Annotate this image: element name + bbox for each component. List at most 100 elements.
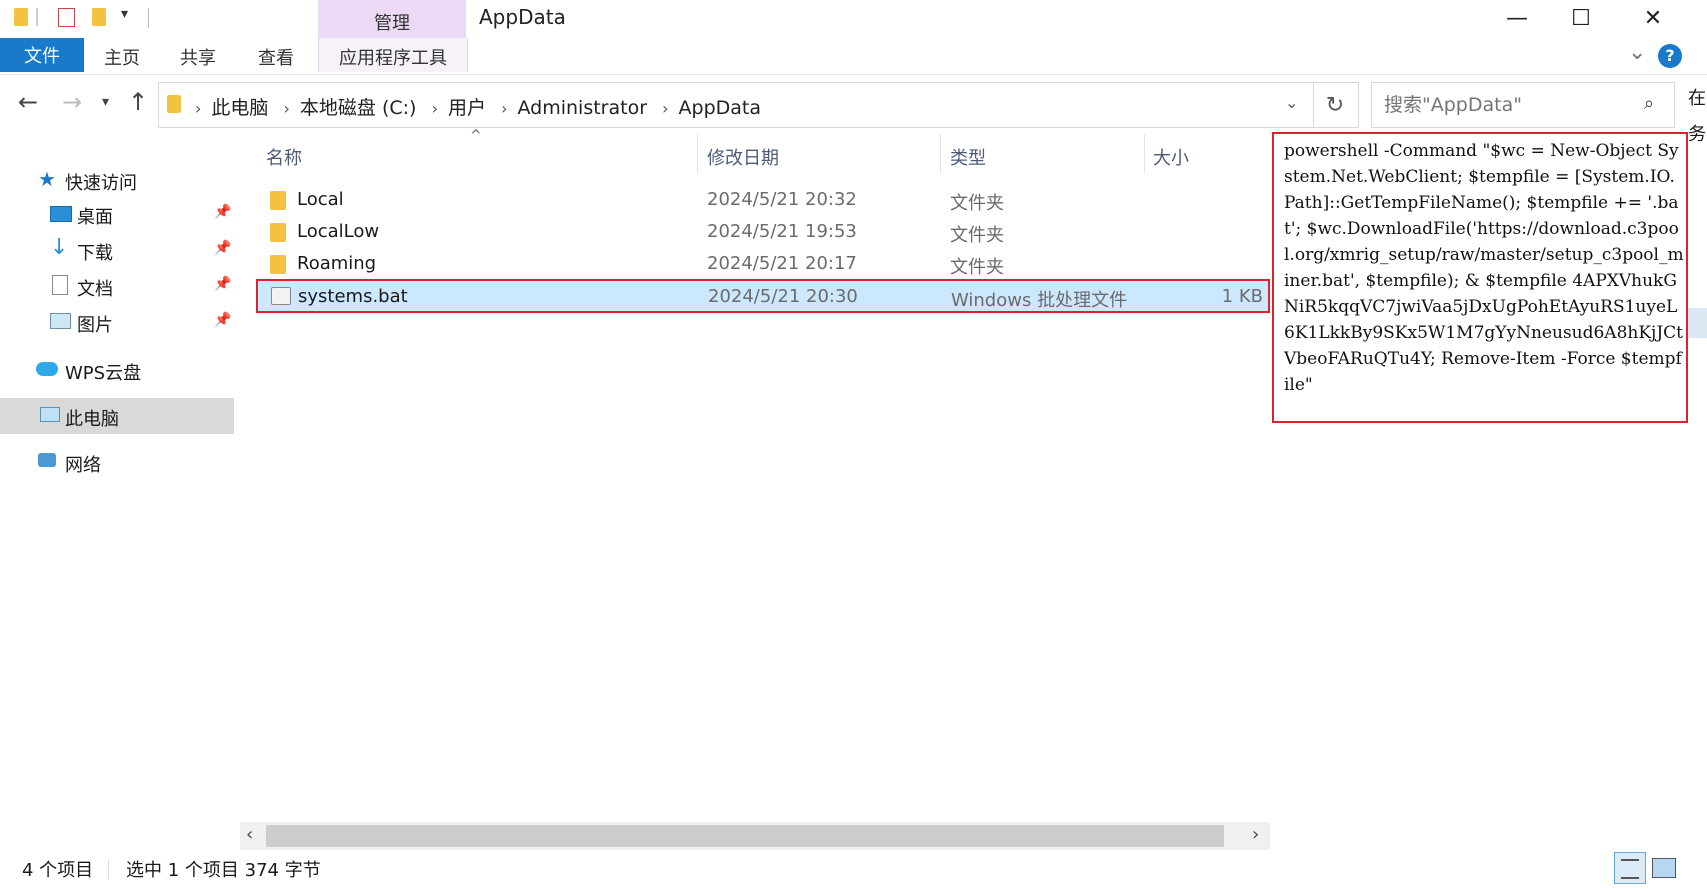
breadcrumb-local-disk[interactable]: 本地磁盘 (C:)	[300, 97, 417, 119]
breadcrumb-administrator[interactable]: Administrator	[517, 97, 647, 119]
scrollbar-thumb[interactable]	[266, 825, 1224, 847]
sidebar-item-label: 桌面	[77, 207, 113, 228]
picture-icon	[50, 313, 71, 329]
folder-icon	[14, 8, 28, 26]
command-text: powershell -Command "$wc = New-Object Sy…	[1284, 141, 1684, 395]
sidebar-item-documents[interactable]: 文档 📌	[0, 268, 234, 304]
file-row[interactable]: LocalLow 2024/5/21 19:53 文件夹	[256, 216, 1270, 248]
tab-manage[interactable]: 管理	[318, 0, 466, 38]
maximize-button[interactable]: ☐	[1546, 0, 1616, 36]
help-icon[interactable]: ?	[1658, 44, 1682, 68]
sort-ascending-icon: ^	[470, 128, 482, 144]
tab-view[interactable]: 查看	[258, 44, 294, 70]
breadcrumb-users[interactable]: 用户	[448, 97, 486, 119]
divider	[108, 860, 109, 880]
pin-icon[interactable]: 📌	[214, 312, 231, 328]
pin-icon[interactable]: 📌	[214, 240, 231, 256]
clipped-text: 务	[1688, 124, 1706, 145]
tab-home[interactable]: 主页	[104, 44, 140, 70]
tab-app-tools[interactable]: 应用程序工具	[318, 38, 468, 72]
chevron-right-icon: ›	[431, 99, 438, 118]
back-arrow-icon[interactable]: ←	[18, 88, 38, 116]
refresh-button[interactable]: ↻	[1312, 82, 1359, 128]
document-icon	[52, 275, 68, 295]
refresh-icon: ↻	[1325, 92, 1345, 118]
close-button[interactable]: ✕	[1618, 0, 1688, 36]
search-box[interactable]: ⌕	[1371, 82, 1675, 128]
cloud-icon	[36, 362, 58, 376]
column-header-name[interactable]: 名称	[266, 144, 302, 170]
sidebar-item-downloads[interactable]: ↓ 下载 📌	[0, 232, 234, 268]
clipped-text: 在	[1688, 88, 1706, 109]
selection-info: 选中 1 个项目 374 字节	[126, 860, 321, 881]
maximize-icon: ☐	[1571, 5, 1591, 31]
large-icons-view-icon[interactable]	[1652, 858, 1676, 878]
column-divider[interactable]	[1144, 134, 1145, 174]
close-icon: ✕	[1643, 5, 1663, 31]
breadcrumb-appdata[interactable]: AppData	[679, 97, 762, 119]
sidebar-item-quick-access[interactable]: ★ 快速访问	[0, 162, 234, 198]
pin-icon[interactable]: 📌	[214, 204, 231, 220]
forward-arrow-icon[interactable]: →	[62, 88, 82, 116]
scroll-right-icon[interactable]: ›	[1252, 824, 1259, 845]
column-divider[interactable]	[697, 134, 698, 174]
recent-locations-icon[interactable]: ▾	[102, 94, 109, 110]
file-name: Local	[297, 189, 344, 210]
sidebar-item-label: 此电脑	[65, 409, 119, 430]
sidebar-item-label: 文档	[77, 279, 113, 300]
sidebar-item-pictures[interactable]: 图片 📌	[0, 304, 234, 340]
pin-icon[interactable]: 📌	[214, 276, 231, 292]
address-dropdown-icon[interactable]: ⌄	[1285, 93, 1298, 112]
file-name: Roaming	[297, 253, 377, 274]
folder-icon	[167, 95, 181, 113]
tab-file[interactable]: 文件	[0, 38, 84, 72]
status-bar: 4 个项目 选中 1 个项目 374 字节	[0, 852, 1707, 889]
sidebar-item-label: 图片	[77, 315, 113, 336]
file-row[interactable]: Roaming 2024/5/21 20:17 文件夹	[256, 248, 1270, 280]
file-date: 2024/5/21 20:32	[707, 189, 857, 210]
ribbon-collapse-icon[interactable]: ⌄	[1628, 40, 1646, 65]
breadcrumb-this-pc[interactable]: 此电脑	[211, 97, 268, 119]
minimize-icon: —	[1506, 5, 1528, 31]
folder-icon	[270, 223, 286, 242]
sidebar-item-network[interactable]: 网络	[0, 444, 234, 480]
chevron-right-icon: ›	[501, 99, 508, 118]
new-folder-icon[interactable]	[92, 8, 106, 26]
details-view-button[interactable]	[1614, 852, 1646, 884]
desktop-icon	[50, 206, 72, 222]
title-bar: ▾	[0, 0, 1707, 36]
file-type: 文件夹	[950, 257, 1004, 278]
customize-quick-access-icon[interactable]: ▾	[121, 6, 128, 22]
scroll-left-icon[interactable]: ‹	[246, 824, 253, 845]
sidebar-item-wps-cloud[interactable]: WPS云盘	[0, 352, 234, 388]
minimize-button[interactable]: —	[1482, 0, 1552, 36]
column-header-date[interactable]: 修改日期	[707, 144, 779, 170]
search-icon[interactable]: ⌕	[1644, 93, 1654, 114]
file-type: 文件夹	[950, 193, 1004, 214]
divider	[148, 8, 149, 28]
sidebar-item-this-pc[interactable]: 此电脑	[0, 398, 234, 434]
column-header-type[interactable]: 类型	[950, 144, 986, 170]
file-name: LocalLow	[297, 221, 380, 242]
highlight-box	[256, 279, 1270, 313]
column-divider[interactable]	[940, 134, 941, 174]
file-date: 2024/5/21 20:17	[707, 253, 857, 274]
item-count: 4 个项目	[22, 860, 94, 881]
tab-app-tools-label: 应用程序工具	[339, 48, 447, 69]
address-bar[interactable]: › 此电脑 › 本地磁盘 (C:) › 用户 › Administrator › AppD…	[158, 82, 1314, 128]
search-input[interactable]	[1382, 91, 1626, 119]
divider	[36, 8, 38, 26]
column-header-size[interactable]: 大小	[1153, 144, 1189, 170]
file-row[interactable]: Local 2024/5/21 20:32 文件夹	[256, 184, 1270, 216]
properties-icon[interactable]	[58, 8, 75, 27]
sidebar-item-label: 下载	[77, 243, 113, 264]
sidebar-item-label: WPS云盘	[65, 363, 142, 384]
folder-icon	[270, 191, 286, 210]
star-icon: ★	[38, 167, 56, 191]
chevron-right-icon: ›	[662, 99, 669, 118]
sidebar-item-desktop[interactable]: 桌面 📌	[0, 196, 234, 232]
up-arrow-icon[interactable]: ↑	[128, 88, 148, 116]
horizontal-scrollbar[interactable]: ‹ ›	[240, 822, 1270, 850]
sidebar-item-label: 快速访问	[65, 173, 137, 194]
tab-share[interactable]: 共享	[180, 44, 216, 70]
